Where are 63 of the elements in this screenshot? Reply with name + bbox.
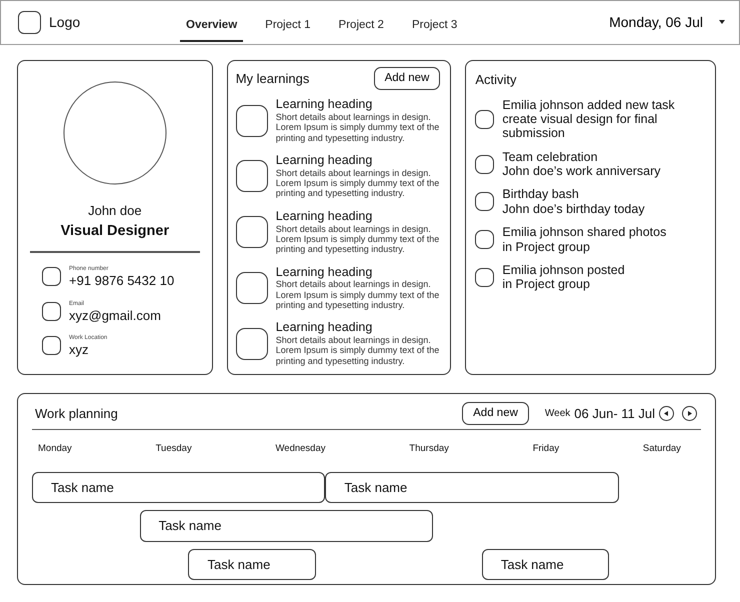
day-label: Thursday (409, 442, 449, 456)
task-bar[interactable]: Task name (32, 472, 326, 503)
activity-text: Emilia johnson shared photos in Project group (502, 225, 666, 254)
learning-text: Short details about learnings in design. Lorem Ipsum is simply dummy text of the printing and typesetting industry. (276, 112, 440, 144)
week-range: 06 Jun- 11 Jul (574, 404, 655, 423)
learning-icon (236, 216, 268, 248)
learning-text: Short details about learnings in design. Lorem Ipsum is simply dummy text of the printing and typesetting industry. (276, 168, 440, 199)
activity-icon (475, 230, 494, 249)
learning-icon (236, 328, 268, 360)
learning-heading: Learning heading (276, 154, 374, 168)
task-bar[interactable]: Task name (140, 510, 433, 542)
detail-value: +91 9876 5432 10 (69, 274, 174, 289)
logo-text: Logo (49, 13, 80, 32)
nav-tab[interactable]: Overview (180, 16, 244, 42)
detail-value: xyz@gmail.com (69, 308, 161, 323)
profile-role: Visual Designer (60, 222, 170, 240)
activity-icon (475, 268, 494, 287)
day-label: Monday (38, 442, 72, 456)
activity-icon (475, 110, 494, 129)
task-bar[interactable]: Task name (325, 472, 619, 503)
activity-text: Emilia johnson posted in Project group (502, 262, 625, 292)
add-new-button[interactable]: Add new (374, 67, 440, 90)
detail-icon (42, 302, 61, 321)
learning-icon (236, 272, 268, 304)
learning-text: Short details about learnings in design. Lorem Ipsum is simply dummy text of the printing and typesetting industry. (276, 335, 440, 366)
learning-heading: Learning heading (276, 321, 374, 336)
activity-icon (475, 192, 494, 212)
nav-tab[interactable]: Project 1 (259, 16, 317, 42)
detail-icon (42, 336, 61, 355)
right-triangle-icon (687, 411, 692, 416)
activity-text: Emilia johnson added new task create visual design for final submission (502, 98, 675, 141)
activity-text: Team celebration John doe’s work anniversary (502, 150, 661, 178)
learning-icon (236, 104, 268, 137)
detail-value: xyz (69, 342, 90, 358)
previous-button[interactable] (659, 406, 674, 422)
nav-tab[interactable]: Project 2 (332, 16, 390, 42)
day-label: Saturday (642, 442, 681, 456)
day-label: Friday (532, 442, 560, 456)
learning-icon (236, 160, 268, 192)
learning-heading: Learning heading (276, 98, 374, 112)
left-triangle-icon (664, 411, 669, 416)
learning-heading: Learning heading (276, 266, 374, 280)
learning-text: Short details about learnings in design. Lorem Ipsum is simply dummy text of the printing and typesetting industry. (276, 224, 440, 255)
detail-icon (42, 267, 61, 286)
day-label: Tuesday (156, 442, 192, 456)
learning-text: Short details about learnings in design. Lorem Ipsum is simply dummy text of the printing and typesetting industry. (276, 279, 440, 310)
card-title: Activity (475, 71, 518, 89)
next-button[interactable] (682, 406, 697, 422)
date-dropdown[interactable]: Monday, 06 Jul (609, 12, 725, 33)
week-label: Week (544, 407, 570, 422)
nav-tab[interactable]: Project 3 (406, 16, 464, 42)
logo-icon (18, 11, 41, 34)
add-new-button[interactable]: Add new (462, 402, 529, 426)
activity-text: Birthday bash John doe’s birthday today (502, 187, 645, 216)
day-label: Wednesday (276, 442, 326, 456)
card-title: Work planning (35, 404, 118, 423)
profile-name: John doe (88, 202, 142, 220)
task-bar[interactable]: Task name (482, 548, 609, 580)
card-title: My learnings (236, 70, 310, 88)
caret-icon (719, 20, 725, 25)
activity-icon (475, 154, 494, 174)
task-bar[interactable]: Task name (188, 548, 316, 580)
learning-heading: Learning heading (276, 210, 374, 224)
